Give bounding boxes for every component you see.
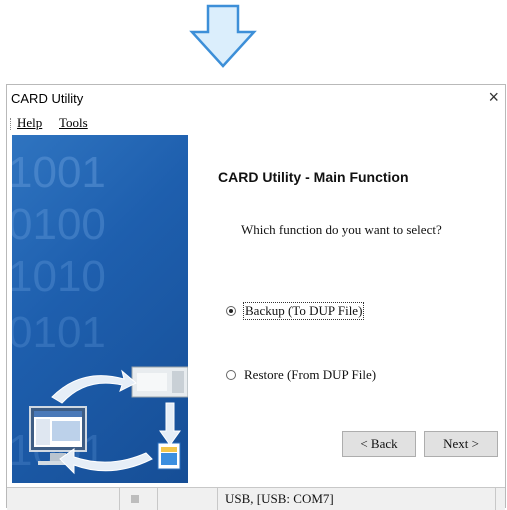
status-segment-2 xyxy=(119,488,158,510)
menu-grip xyxy=(10,118,13,130)
close-icon[interactable]: × xyxy=(488,87,499,108)
menu-tools-label: Tools xyxy=(59,115,88,130)
banner-digits-1: 1001 xyxy=(12,148,106,197)
status-bar: USB, [USB: COM7] xyxy=(7,487,505,510)
back-button[interactable]: < Back xyxy=(342,431,416,457)
option-backup-label: Backup (To DUP File) xyxy=(242,302,365,320)
radio-restore[interactable] xyxy=(226,370,236,380)
menu-bar: Help Tools xyxy=(7,115,505,133)
banner-illustration: 1001 0100 1010 0101 1001 xyxy=(12,148,188,475)
option-restore-label: Restore (From DUP File) xyxy=(244,367,377,382)
card-utility-window: CARD Utility × Help Tools 1001 0100 1010… xyxy=(6,84,506,510)
option-backup[interactable]: Backup (To DUP File) xyxy=(226,302,365,320)
down-arrow-icon xyxy=(189,4,257,68)
main-panel: CARD Utility - Main Function Which funct… xyxy=(188,135,498,483)
menu-help[interactable]: Help xyxy=(17,115,42,131)
banner-digits-2: 0100 xyxy=(12,200,106,249)
window-title: CARD Utility xyxy=(11,91,84,106)
menu-help-label: Help xyxy=(17,115,43,130)
status-segment-4 xyxy=(217,488,496,510)
next-button[interactable]: Next > xyxy=(424,431,498,457)
arrow-to-card xyxy=(159,402,181,446)
main-heading: CARD Utility - Main Function xyxy=(218,169,409,185)
menu-tools[interactable]: Tools xyxy=(59,115,88,131)
wizard-banner: 1001 0100 1010 0101 1001 xyxy=(12,135,188,483)
plc-device-icon xyxy=(131,366,188,398)
status-segment-3 xyxy=(157,488,218,510)
option-restore[interactable]: Restore (From DUP File) xyxy=(226,367,376,383)
memory-card-icon xyxy=(157,442,181,470)
title-bar: CARD Utility × xyxy=(7,85,505,115)
arrow-to-plc xyxy=(51,369,137,404)
banner-digits-4: 0101 xyxy=(12,308,106,357)
question-text: Which function do you want to select? xyxy=(241,222,442,237)
arrow-to-computer xyxy=(59,448,153,475)
status-segment-1 xyxy=(7,488,120,510)
radio-backup[interactable] xyxy=(226,306,236,316)
banner-digits-3: 1010 xyxy=(12,252,106,301)
